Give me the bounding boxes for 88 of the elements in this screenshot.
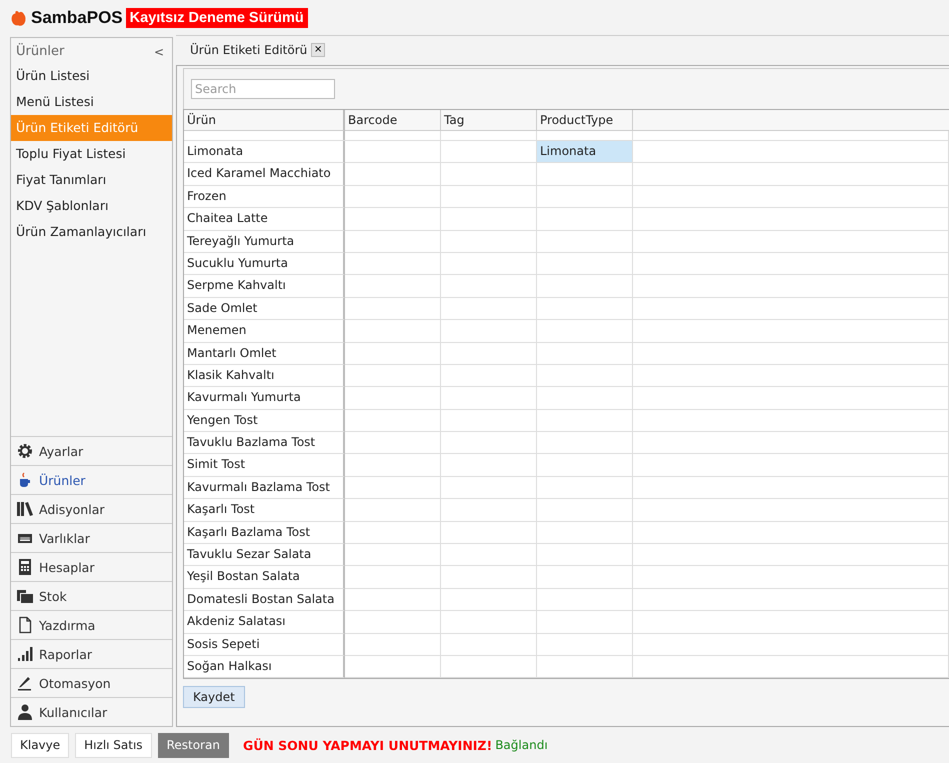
- sidebar-item[interactable]: Fiyat Tanımları: [11, 167, 172, 193]
- connection-status: Bağlandı: [495, 738, 548, 752]
- sidebar-item[interactable]: Ürün Listesi: [11, 63, 172, 89]
- bar-chart-icon: [16, 645, 34, 663]
- section-item[interactable]: Ayarlar: [11, 436, 172, 465]
- gear-icon: [16, 442, 34, 460]
- section-item[interactable]: Hesaplar: [11, 552, 172, 581]
- table-cell: Frozen: [184, 186, 345, 208]
- editor-tab[interactable]: Ürün Etiketi Editörü ×: [176, 38, 334, 62]
- table-cell: Domatesli Bostan Salata: [184, 588, 345, 612]
- table-cell: Menemen: [184, 320, 345, 343]
- close-tab-button[interactable]: ×: [311, 43, 326, 57]
- table-cell: Sosis Sepeti: [184, 634, 345, 656]
- sidebar-item[interactable]: Toplu Fiyat Listesi: [11, 141, 172, 167]
- section-item[interactable]: Kullanıcılar: [11, 697, 172, 726]
- table-cell[interactable]: [537, 476, 633, 500]
- table-cell[interactable]: [537, 252, 633, 276]
- table-cell[interactable]: [537, 432, 633, 454]
- save-button[interactable]: Kaydet: [183, 686, 245, 708]
- table-cell: Simit Tost: [184, 454, 345, 477]
- table-cell[interactable]: [537, 544, 633, 566]
- table-cell[interactable]: [537, 566, 633, 589]
- collapse-button[interactable]: <: [152, 44, 166, 58]
- user-icon: [16, 703, 34, 721]
- warning-text: GÜN SONU YAPMAYI UNUTMAYINIZ!: [242, 738, 492, 752]
- column-header[interactable]: Ürün: [184, 110, 345, 131]
- table-cell: Akdeniz Salatası: [184, 611, 345, 634]
- table-cell[interactable]: Limonata: [537, 141, 633, 164]
- section-item[interactable]: Varlıklar: [11, 523, 172, 552]
- table-cell[interactable]: [537, 387, 633, 410]
- sidebar-item[interactable]: Menü Listesi: [11, 89, 172, 115]
- sidebar-title: Ürünler: [16, 44, 64, 59]
- column-header[interactable]: Tag: [441, 110, 537, 131]
- table-cell: Kaşarlı Tost: [184, 499, 345, 522]
- table-cell: Tereyağlı Yumurta: [184, 230, 345, 253]
- table-cell[interactable]: [537, 499, 633, 522]
- table-cell: Sucuklu Yumurta: [184, 252, 345, 276]
- column-header[interactable]: Barcode: [345, 110, 441, 131]
- table-cell: Klasik Kahvaltı: [184, 364, 345, 388]
- calculator-icon: [16, 558, 34, 576]
- section-item[interactable]: Ürünler: [11, 465, 172, 494]
- table-cell: Sade Omlet: [184, 298, 345, 320]
- table-cell[interactable]: [537, 186, 633, 208]
- table-cell: Soğan Halkası: [184, 656, 345, 678]
- section-item[interactable]: Adisyonlar: [11, 494, 172, 523]
- table-cell: Tavuklu Bazlama Tost: [184, 432, 345, 454]
- app-name: SambaPOS: [31, 8, 123, 28]
- search-field[interactable]: Search: [191, 79, 335, 99]
- section-item[interactable]: Yazdırma: [11, 610, 172, 639]
- sidebar-item[interactable]: Ürün Zamanlayıcıları: [11, 219, 172, 245]
- table-cell[interactable]: [537, 208, 633, 231]
- table-cell[interactable]: [537, 342, 633, 365]
- table-cell[interactable]: [537, 634, 633, 656]
- table-cell: Kavurmalı Bazlama Tost: [184, 476, 345, 500]
- table-cell[interactable]: [537, 410, 633, 432]
- table-cell[interactable]: [537, 298, 633, 320]
- section-item[interactable]: Raporlar: [11, 639, 172, 668]
- books-icon: [16, 500, 34, 518]
- table-cell: Iced Karamel Macchiato: [184, 163, 345, 186]
- sidebar-item[interactable]: KDV Şablonları: [11, 193, 172, 219]
- pen-icon: [16, 674, 34, 692]
- table-cell[interactable]: [537, 454, 633, 477]
- table-cell[interactable]: [537, 588, 633, 612]
- table-cell: Yeşil Bostan Salata: [184, 566, 345, 589]
- section-item[interactable]: Stok: [11, 581, 172, 610]
- column-header[interactable]: ProductType: [537, 110, 633, 131]
- boxes-icon: [16, 587, 34, 605]
- table-cell: Yengen Tost: [184, 410, 345, 432]
- table-cell[interactable]: [537, 611, 633, 634]
- table-cell[interactable]: [537, 230, 633, 253]
- table-cell[interactable]: [537, 320, 633, 343]
- mode-button[interactable]: Klavye: [11, 732, 70, 758]
- table-cell[interactable]: [537, 163, 633, 186]
- table-cell[interactable]: [537, 364, 633, 388]
- table-cell[interactable]: [537, 656, 633, 678]
- mode-button[interactable]: Hızlı Satıs: [75, 732, 152, 758]
- trial-badge: Kayıtsız Deneme Sürümü: [126, 8, 308, 28]
- section-item[interactable]: Otomasyon: [11, 668, 172, 697]
- table-cell[interactable]: [537, 275, 633, 298]
- table-cell: Chaitea Latte: [184, 208, 345, 231]
- mode-button[interactable]: Restoran: [158, 732, 229, 758]
- table-cell: Tavuklu Sezar Salata: [184, 544, 345, 566]
- table-cell: Kavurmalı Yumurta: [184, 387, 345, 410]
- table-cell: Mantarlı Omlet: [184, 342, 345, 365]
- table-cell: Limonata: [184, 141, 345, 164]
- table-cell[interactable]: [537, 522, 633, 544]
- table-cell: Kaşarlı Bazlama Tost: [184, 522, 345, 544]
- table-cell: Serpme Kahvaltı: [184, 275, 345, 298]
